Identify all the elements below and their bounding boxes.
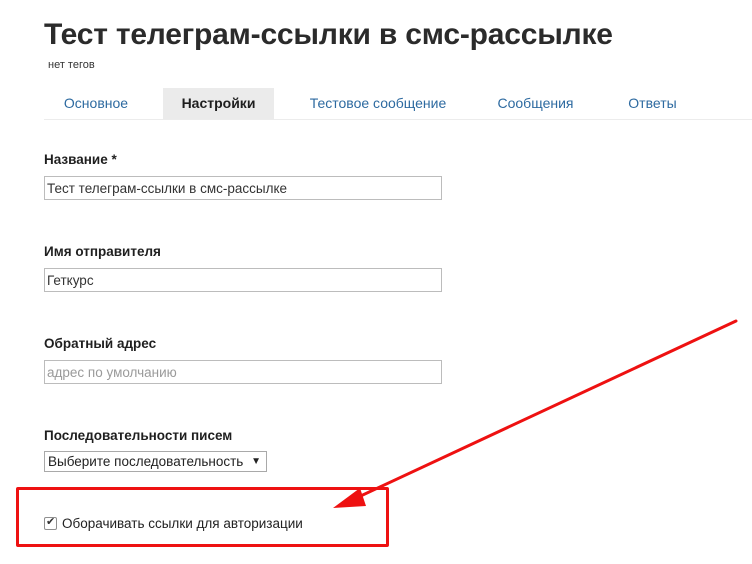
annotation-arrow-icon <box>333 319 738 508</box>
